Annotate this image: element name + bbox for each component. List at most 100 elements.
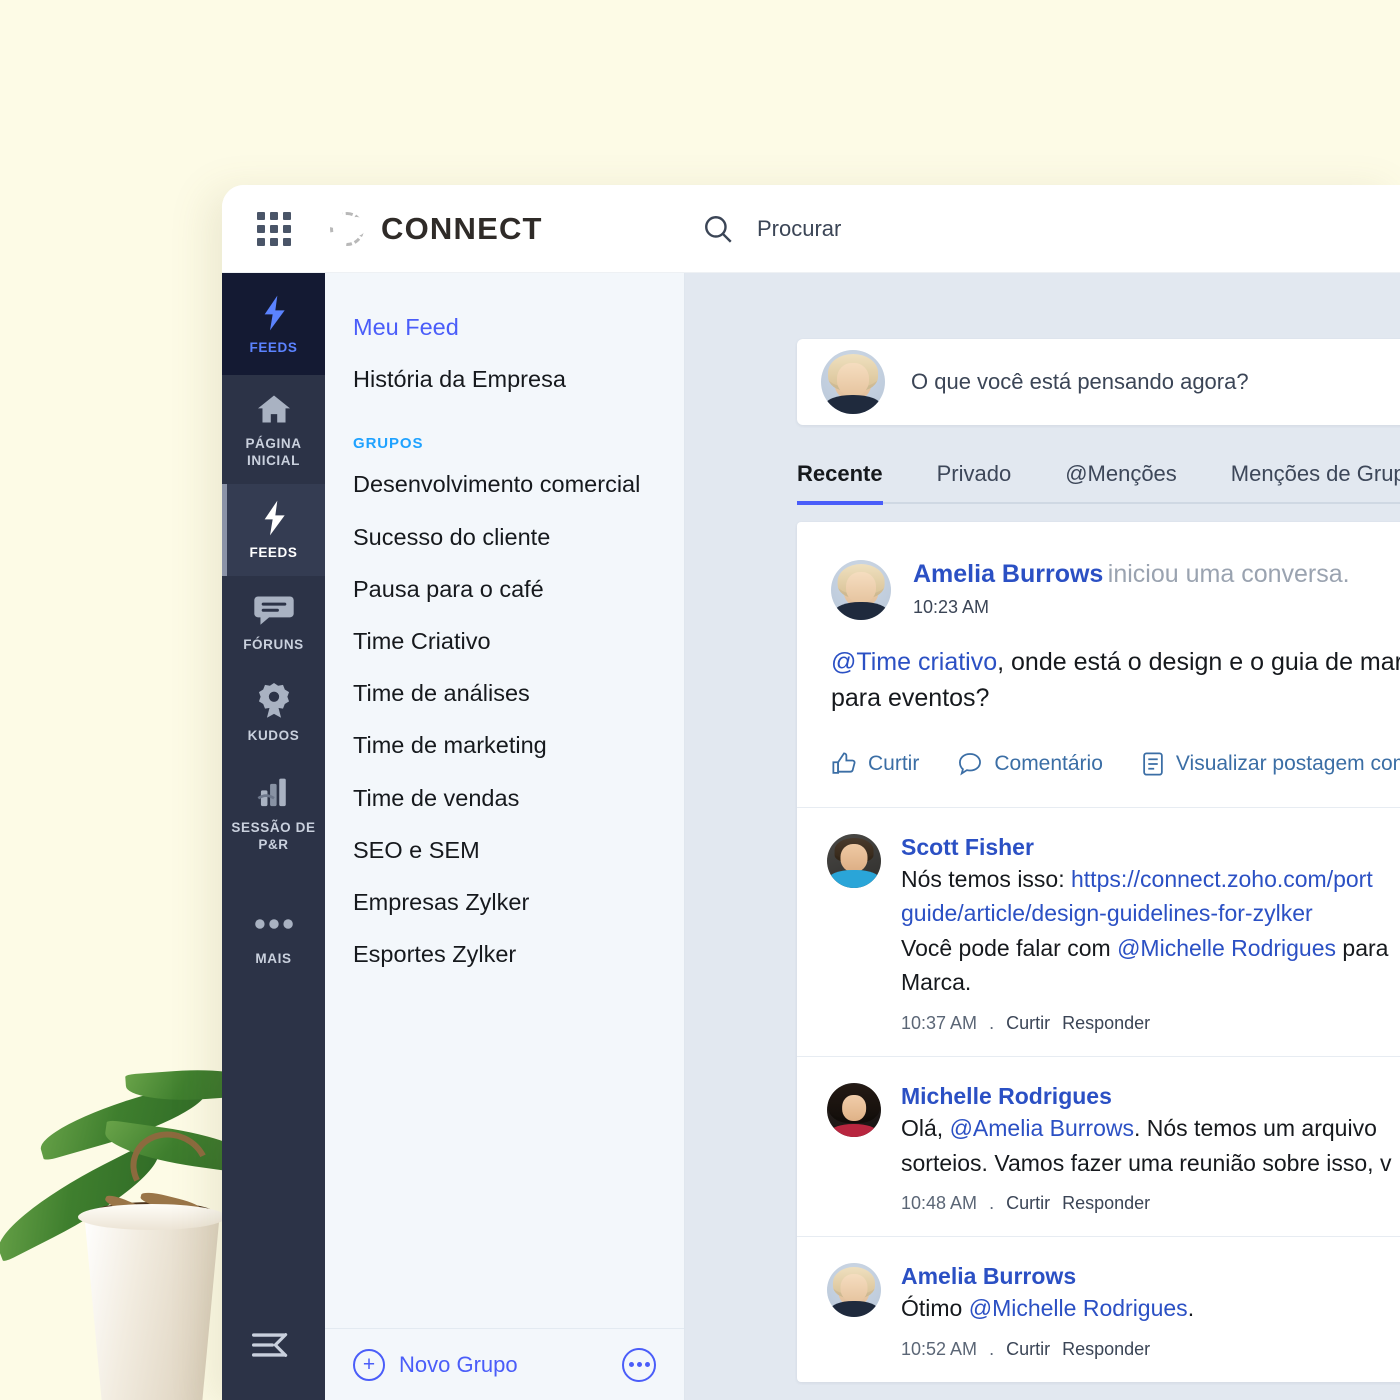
view-full-post-button[interactable]: Visualizar postagem completa <box>1141 751 1400 777</box>
comment-author[interactable]: Michelle Rodrigues <box>901 1083 1391 1110</box>
comment-text-line4: Marca. <box>901 969 972 996</box>
sidebar-group-time-de-analises[interactable]: Time de análises <box>353 667 684 719</box>
comment-link-continued[interactable]: guide/article/design-guidelines-for-zylk… <box>901 900 1313 926</box>
sidebar-group-desenvolvimento-comercial[interactable]: Desenvolvimento comercial <box>353 458 684 510</box>
comment-like-button[interactable]: Curtir <box>1006 1339 1050 1360</box>
connect-logo-icon <box>325 207 369 251</box>
post-author[interactable]: Amelia Burrows <box>913 560 1103 588</box>
collapse-panel-icon[interactable] <box>222 1332 325 1400</box>
comment-mention[interactable]: @Amelia Burrows <box>950 1115 1134 1141</box>
search-bar[interactable]: Procurar <box>685 212 1400 246</box>
tab-mencoes[interactable]: @Menções <box>1065 461 1177 502</box>
comment-text-line2: sorteios. Vamos fazer uma reunião sobre … <box>901 1149 1392 1176</box>
background-plant-photo <box>0 980 225 1400</box>
rail-item-feeds-top[interactable]: FEEDS <box>222 273 325 375</box>
composer-input[interactable]: O que você está pensando agora? <box>911 369 1249 395</box>
post-action-text: iniciou uma conversa. <box>1107 560 1350 588</box>
comment-footer: 10:52 AM . Curtir Responder <box>901 1339 1194 1360</box>
bar-chart-hand-icon <box>226 775 321 811</box>
sidebar-group-seo-e-sem[interactable]: SEO e SEM <box>353 824 684 876</box>
sidebar-group-empresas-zylker[interactable]: Empresas Zylker <box>353 876 684 928</box>
rail-item-mais[interactable]: MAIS <box>222 868 325 982</box>
grid-apps-icon[interactable] <box>222 211 325 246</box>
avatar-amelia <box>821 350 885 414</box>
sidebar-scroll-area: Meu Feed História da Empresa GRUPOS Dese… <box>325 273 684 1328</box>
search-input[interactable]: Procurar <box>757 216 841 242</box>
rail-item-pagina-inicial[interactable]: PÁGINA INICIAL <box>222 375 325 484</box>
document-icon <box>1141 751 1165 777</box>
comment-timestamp: 10:37 AM <box>901 1013 978 1034</box>
rail-label: SESSÃO DE P&R <box>231 820 316 853</box>
rail-item-sessao-pr[interactable]: SESSÃO DE P&R <box>222 759 325 868</box>
tab-privado[interactable]: Privado <box>937 461 1012 502</box>
tab-mencoes-de-grupo[interactable]: Menções de Grupo <box>1231 461 1400 502</box>
avatar-amelia[interactable] <box>827 1263 881 1318</box>
sidebar-group-time-criativo[interactable]: Time Criativo <box>353 615 684 667</box>
sidebar-group-sucesso-do-cliente[interactable]: Sucesso do cliente <box>353 511 684 563</box>
post-text-line2: para eventos? <box>831 684 990 713</box>
rail-spacer <box>222 982 325 1332</box>
comment-mention[interactable]: @Michelle Rodrigues <box>1117 935 1336 961</box>
brand-logo[interactable]: CONNECT <box>325 207 685 251</box>
brand-name: CONNECT <box>381 210 543 246</box>
award-badge-icon <box>226 683 321 719</box>
comment-text-prefix: Nós temos isso: <box>901 865 1071 892</box>
comment-text-prefix: Olá, <box>901 1115 950 1142</box>
comment-reply-button[interactable]: Responder <box>1062 1193 1150 1214</box>
avatar-scott[interactable] <box>827 833 881 888</box>
plus-circle-icon: + <box>353 1348 385 1381</box>
plant-pot-rim <box>78 1204 225 1230</box>
comment-link[interactable]: https://connect.zoho.com/port <box>1071 866 1373 892</box>
post-mention[interactable]: @Time criativo <box>831 648 997 676</box>
comment-text: Olá, @Amelia Burrows. Nós temos um arqui… <box>901 1112 1391 1145</box>
grid-apps-glyph <box>256 211 291 246</box>
sidebar-section-grupos: GRUPOS <box>353 435 424 453</box>
chat-bubble-icon <box>226 592 321 628</box>
feed-tabs: Recente Privado @Menções Menções de Grup… <box>797 461 1400 505</box>
comment-text: Nós temos isso: https://connect.zoho.com… <box>901 863 1388 896</box>
comment-button[interactable]: Comentário <box>957 751 1103 777</box>
avatar-michelle[interactable] <box>827 1083 881 1138</box>
comment-item: Amelia Burrows Ótimo @Michelle Rodrigues… <box>797 1236 1400 1382</box>
like-button[interactable]: Curtir <box>831 751 919 777</box>
thumbs-up-icon <box>831 751 857 777</box>
comment-footer: 10:37 AM . Curtir Responder <box>901 1013 1388 1034</box>
sidebar-group-pausa-para-o-cafe[interactable]: Pausa para o café <box>353 563 684 615</box>
rail-label: MAIS <box>255 951 292 966</box>
comment-like-button[interactable]: Curtir <box>1006 1193 1050 1214</box>
comment-bubble-icon <box>957 751 983 777</box>
post-body: @Time criativo, onde está o design e o g… <box>797 620 1400 717</box>
primary-nav-rail: FEEDS PÁGINA INICIAL FEEDS FÓRUNS KUDOS … <box>222 273 325 1400</box>
comment-timestamp: 10:48 AM <box>901 1193 978 1214</box>
sidebar-group-time-de-vendas[interactable]: Time de vendas <box>353 772 684 824</box>
ellipsis-circle-icon[interactable] <box>622 1347 656 1382</box>
comment-reply-button[interactable]: Responder <box>1062 1339 1150 1360</box>
comment-text-line3-prefix: Você pode falar com <box>901 934 1118 961</box>
post-header: Amelia Burrows iniciou uma conversa. 10:… <box>797 522 1400 620</box>
comment-reply-button[interactable]: Responder <box>1062 1013 1150 1034</box>
secondary-sidebar: Meu Feed História da Empresa GRUPOS Dese… <box>325 273 685 1400</box>
app-window: CONNECT Procurar FEEDS PÁGINA INICIAL FE… <box>222 185 1400 1400</box>
tab-recente[interactable]: Recente <box>797 461 883 505</box>
comment-item: Scott Fisher Nós temos isso: https://con… <box>797 806 1400 1057</box>
comment-author[interactable]: Amelia Burrows <box>901 1263 1194 1290</box>
sidebar-group-time-de-marketing[interactable]: Time de marketing <box>353 719 684 771</box>
rail-item-kudos[interactable]: KUDOS <box>222 667 325 759</box>
comment-text: Ótimo @Michelle Rodrigues. <box>901 1292 1194 1325</box>
comment-like-button[interactable]: Curtir <box>1006 1013 1050 1034</box>
comment-mention[interactable]: @Michelle Rodrigues <box>969 1295 1188 1321</box>
app-header: CONNECT Procurar <box>222 185 1400 273</box>
comment-text-suffix: . <box>1187 1295 1195 1322</box>
post-composer[interactable]: O que você está pensando agora? <box>797 339 1400 425</box>
comment-author[interactable]: Scott Fisher <box>901 834 1388 861</box>
plant-pot <box>84 1220 220 1400</box>
new-group-button[interactable]: + Novo Grupo <box>353 1348 518 1381</box>
comment-dot-separator: . <box>989 1339 995 1360</box>
rail-item-foruns[interactable]: FÓRUNS <box>222 576 325 668</box>
sidebar-item-historia-da-empresa[interactable]: História da Empresa <box>353 353 684 405</box>
sidebar-item-meu-feed[interactable]: Meu Feed <box>353 301 684 353</box>
sidebar-group-esportes-zylker[interactable]: Esportes Zylker <box>353 928 684 980</box>
rail-item-feeds[interactable]: FEEDS <box>222 483 325 576</box>
avatar-amelia[interactable] <box>831 560 891 620</box>
rail-label: KUDOS <box>247 728 300 744</box>
